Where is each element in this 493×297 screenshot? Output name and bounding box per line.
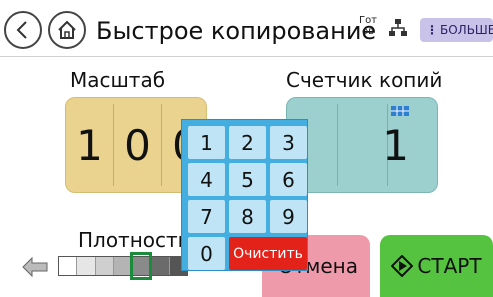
key-1[interactable]: 1 <box>188 126 225 159</box>
start-icon <box>391 255 414 277</box>
density-cell[interactable] <box>59 257 78 275</box>
more-button[interactable]: ⋮ БОЛЬШЕ <box>420 18 493 42</box>
key-0[interactable]: 0 <box>188 237 225 270</box>
key-8[interactable]: 8 <box>229 200 266 233</box>
copy-counter-field[interactable]: 1 <box>286 97 438 193</box>
home-button[interactable] <box>48 11 86 49</box>
density-selected-marker <box>130 252 152 280</box>
back-icon <box>16 21 27 39</box>
density-cell[interactable] <box>77 257 96 275</box>
density-slider[interactable] <box>58 256 188 276</box>
density-label: Плотность <box>78 228 190 252</box>
copy-counter-value: 1 <box>382 120 409 170</box>
key-6[interactable]: 6 <box>270 163 307 196</box>
counter-divider <box>337 104 338 186</box>
key-7[interactable]: 7 <box>188 200 225 233</box>
network-icon <box>389 19 407 36</box>
dots-icon: ⋮ <box>426 23 438 37</box>
key-2[interactable]: 2 <box>229 126 266 159</box>
key-5[interactable]: 5 <box>229 163 266 196</box>
zoom-digit: 1 <box>76 120 103 170</box>
key-4[interactable]: 4 <box>188 163 225 196</box>
header-divider <box>0 56 493 57</box>
key-9[interactable]: 9 <box>270 200 307 233</box>
back-button[interactable] <box>4 11 42 49</box>
numeric-keypad: 1 2 3 4 5 6 7 8 9 0 Очистить <box>181 119 308 271</box>
start-label: СТАРТ <box>417 254 482 278</box>
start-button[interactable]: СТАРТ <box>380 235 493 297</box>
key-3[interactable]: 3 <box>270 126 307 159</box>
density-decrease-icon[interactable] <box>22 256 48 278</box>
density-cell[interactable] <box>95 257 115 275</box>
ready-status: Гот ов <box>358 15 378 37</box>
density-cell[interactable] <box>151 257 170 275</box>
copy-counter-label: Счетчик копий <box>286 68 443 92</box>
zoom-digit: 0 <box>124 120 151 170</box>
home-icon <box>58 20 76 39</box>
zoom-label: Масштаб <box>70 68 166 92</box>
page-title: Быстрое копирование <box>96 17 377 45</box>
clear-button[interactable]: Очистить <box>229 237 307 270</box>
